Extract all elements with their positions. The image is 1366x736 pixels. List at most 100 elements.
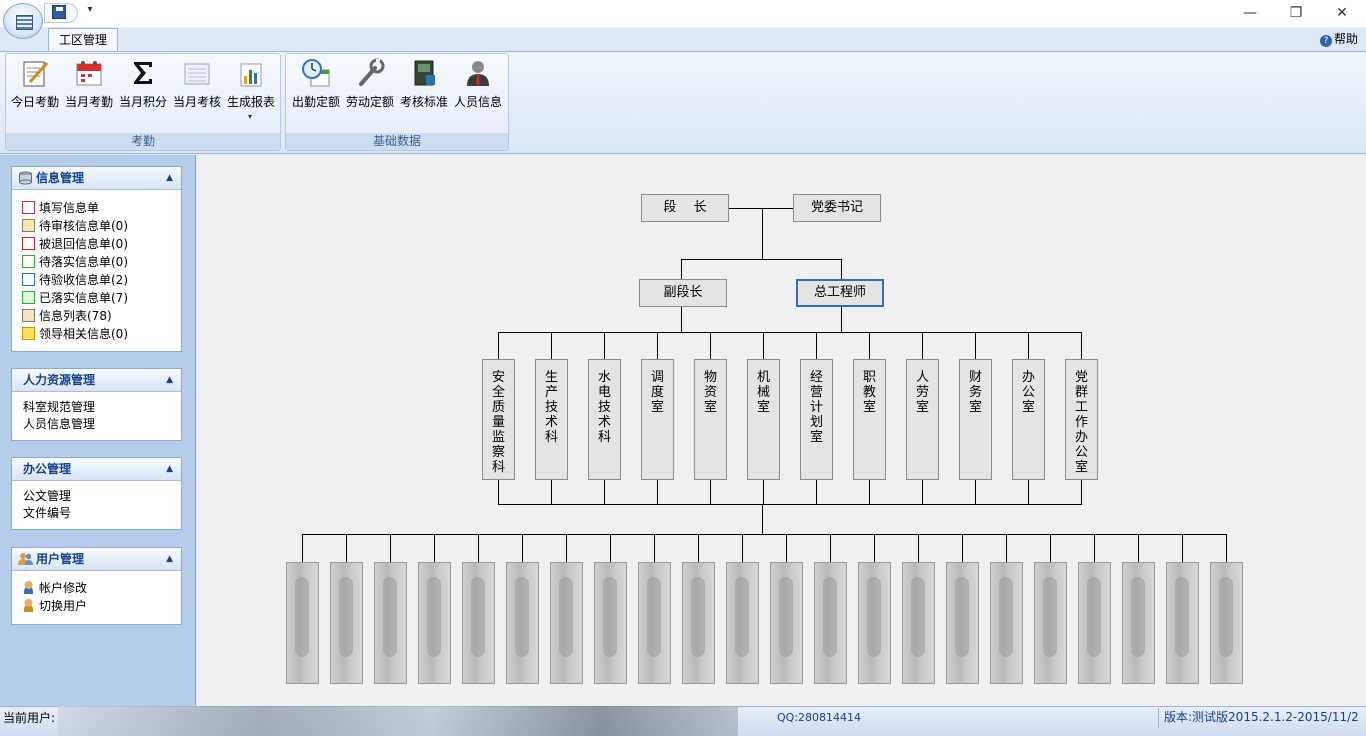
org-box-department[interactable]: 调度室	[641, 359, 674, 480]
sidebar-item-label: 已落实信息单(7)	[39, 291, 128, 305]
panel-header-user[interactable]: 用户管理 ▲	[12, 548, 181, 571]
application-menu-button[interactable]	[3, 3, 43, 39]
org-box-unit-redacted[interactable]	[990, 562, 1023, 684]
personnel-info-button[interactable]: 人员信息	[451, 56, 505, 126]
org-box-unit-redacted[interactable]	[858, 562, 891, 684]
assessment-standard-button[interactable]: 考核标准	[397, 56, 451, 126]
department-label: 安全质量监察科	[491, 370, 505, 475]
org-box-department[interactable]: 财务室	[959, 359, 992, 480]
qat-customize-icon[interactable]: ▾	[84, 4, 96, 20]
org-box-unit-redacted[interactable]	[286, 562, 319, 684]
org-box-unit-redacted[interactable]	[726, 562, 759, 684]
org-box-unit-redacted[interactable]	[1166, 562, 1199, 684]
month-attendance-button[interactable]: 当月考勤	[62, 56, 116, 126]
org-box-department[interactable]: 党群工作办公室	[1065, 359, 1098, 480]
sidebar-item-fill-form[interactable]: 填写信息单	[22, 199, 99, 217]
save-icon[interactable]	[52, 5, 66, 19]
tab-gongqu[interactable]: 工区管理	[48, 28, 118, 52]
org-box-deputy-chief[interactable]: 副段长	[639, 279, 727, 307]
org-box-unit-redacted[interactable]	[1122, 562, 1155, 684]
org-box-unit-redacted[interactable]	[550, 562, 583, 684]
sidebar-item-to-implement[interactable]: 待落实信息单(0)	[22, 253, 128, 271]
connector-line	[1028, 332, 1029, 360]
org-box-department[interactable]: 水电技术科	[588, 359, 621, 480]
sidebar-item-returned[interactable]: 被退回信息单(0)	[22, 235, 128, 253]
collapse-icon[interactable]: ▲	[166, 548, 173, 570]
org-box-department[interactable]: 经营计划室	[800, 359, 833, 480]
org-box-unit-redacted[interactable]	[1210, 562, 1243, 684]
connector-line	[869, 332, 870, 360]
connector-line	[698, 534, 699, 563]
month-assessment-button[interactable]: 当月考核	[170, 56, 224, 126]
org-box-unit-redacted[interactable]	[506, 562, 539, 684]
collapse-icon[interactable]: ▲	[166, 369, 173, 391]
connector-line	[1050, 534, 1051, 563]
sidebar-item-personnel-info[interactable]: 人员信息管理	[23, 415, 95, 433]
org-box-department[interactable]: 办公室	[1012, 359, 1045, 480]
org-box-unit-redacted[interactable]	[374, 562, 407, 684]
sidebar-item-label: 信息列表(78)	[39, 309, 112, 323]
sidebar-item-edit-account[interactable]: 帐户修改	[22, 579, 87, 597]
connector-line	[786, 534, 787, 563]
user-edit-icon	[22, 581, 35, 594]
sidebar-item-file-number[interactable]: 文件编号	[23, 504, 71, 522]
help-button[interactable]: ? 帮助	[1320, 30, 1366, 48]
month-assessment-label: 当月考核	[172, 95, 221, 109]
sidebar-item-dept-norms[interactable]: 科室规范管理	[23, 398, 95, 416]
panel-header-office[interactable]: 办公管理 ▲	[12, 458, 181, 481]
org-box-unit-redacted[interactable]	[330, 562, 363, 684]
sidebar-item-switch-user[interactable]: 切换用户	[22, 597, 87, 615]
today-attendance-button[interactable]: 今日考勤	[8, 56, 62, 126]
sidebar-item-implemented[interactable]: 已落实信息单(7)	[22, 289, 128, 307]
org-box-unit-redacted[interactable]	[946, 562, 979, 684]
month-points-button[interactable]: 当月积分	[116, 56, 170, 126]
attendance-quota-button[interactable]: 出勤定额	[289, 56, 343, 126]
panel-header-hr[interactable]: 人力资源管理 ▲	[12, 369, 181, 392]
maximize-icon[interactable]: ❐	[1273, 0, 1319, 27]
org-box-unit-redacted[interactable]	[682, 562, 715, 684]
month-points-label: 当月积分	[118, 95, 167, 109]
collapse-icon[interactable]: ▲	[166, 167, 173, 189]
org-box-department[interactable]: 安全质量监察科	[482, 359, 515, 480]
connector-line	[302, 534, 303, 563]
org-box-unit-redacted[interactable]	[902, 562, 935, 684]
qq-contact: QQ:280814414	[777, 711, 862, 724]
sidebar-item-info-list[interactable]: 信息列表(78)	[22, 307, 112, 325]
org-box-unit-redacted[interactable]	[594, 562, 627, 684]
org-box-department[interactable]: 职教室	[853, 359, 886, 480]
org-box-department[interactable]: 物资室	[694, 359, 727, 480]
today-attendance-label: 今日考勤	[10, 95, 59, 109]
wrench-icon	[359, 58, 385, 86]
app-grid-icon	[16, 15, 33, 30]
sidebar-item-to-accept[interactable]: 待验收信息单(2)	[22, 271, 128, 289]
sidebar-item-pending-review[interactable]: 待审核信息单(0)	[22, 217, 128, 235]
panel-header-info[interactable]: 信息管理 ▲	[12, 167, 181, 190]
org-box-department[interactable]: 机械室	[747, 359, 780, 480]
org-box-party-secretary[interactable]: 党委书记	[793, 194, 881, 222]
org-box-unit-redacted[interactable]	[1078, 562, 1111, 684]
org-box-unit-redacted[interactable]	[638, 562, 671, 684]
sidebar-item-documents[interactable]: 公文管理	[23, 487, 71, 505]
connector-line	[1094, 534, 1095, 563]
generate-report-button[interactable]: 生成报表 ▾	[224, 56, 278, 126]
connector-line	[434, 534, 435, 563]
department-label: 调度室	[650, 370, 664, 415]
org-box-unit-redacted[interactable]	[1034, 562, 1067, 684]
org-box-unit-redacted[interactable]	[418, 562, 451, 684]
connector-line	[302, 534, 1227, 535]
sidebar-item-leader-info[interactable]: 领导相关信息(0)	[22, 325, 128, 343]
org-box-department[interactable]: 生产技术科	[535, 359, 568, 480]
org-box-chief[interactable]: 段 长	[641, 194, 729, 222]
org-box-department[interactable]: 人劳室	[906, 359, 939, 480]
org-box-unit-redacted[interactable]	[814, 562, 847, 684]
group-label-jichu: 基础数据	[286, 133, 508, 150]
minimize-icon[interactable]: —	[1227, 0, 1273, 27]
collapse-icon[interactable]: ▲	[166, 458, 173, 480]
org-box-chief-engineer[interactable]: 总工程师	[796, 279, 884, 307]
close-icon[interactable]: ✕	[1319, 0, 1365, 27]
sidebar-item-label: 切换用户	[39, 599, 88, 613]
connector-line	[604, 332, 605, 360]
org-box-unit-redacted[interactable]	[462, 562, 495, 684]
org-box-unit-redacted[interactable]	[770, 562, 803, 684]
labor-quota-button[interactable]: 劳动定额	[343, 56, 397, 126]
